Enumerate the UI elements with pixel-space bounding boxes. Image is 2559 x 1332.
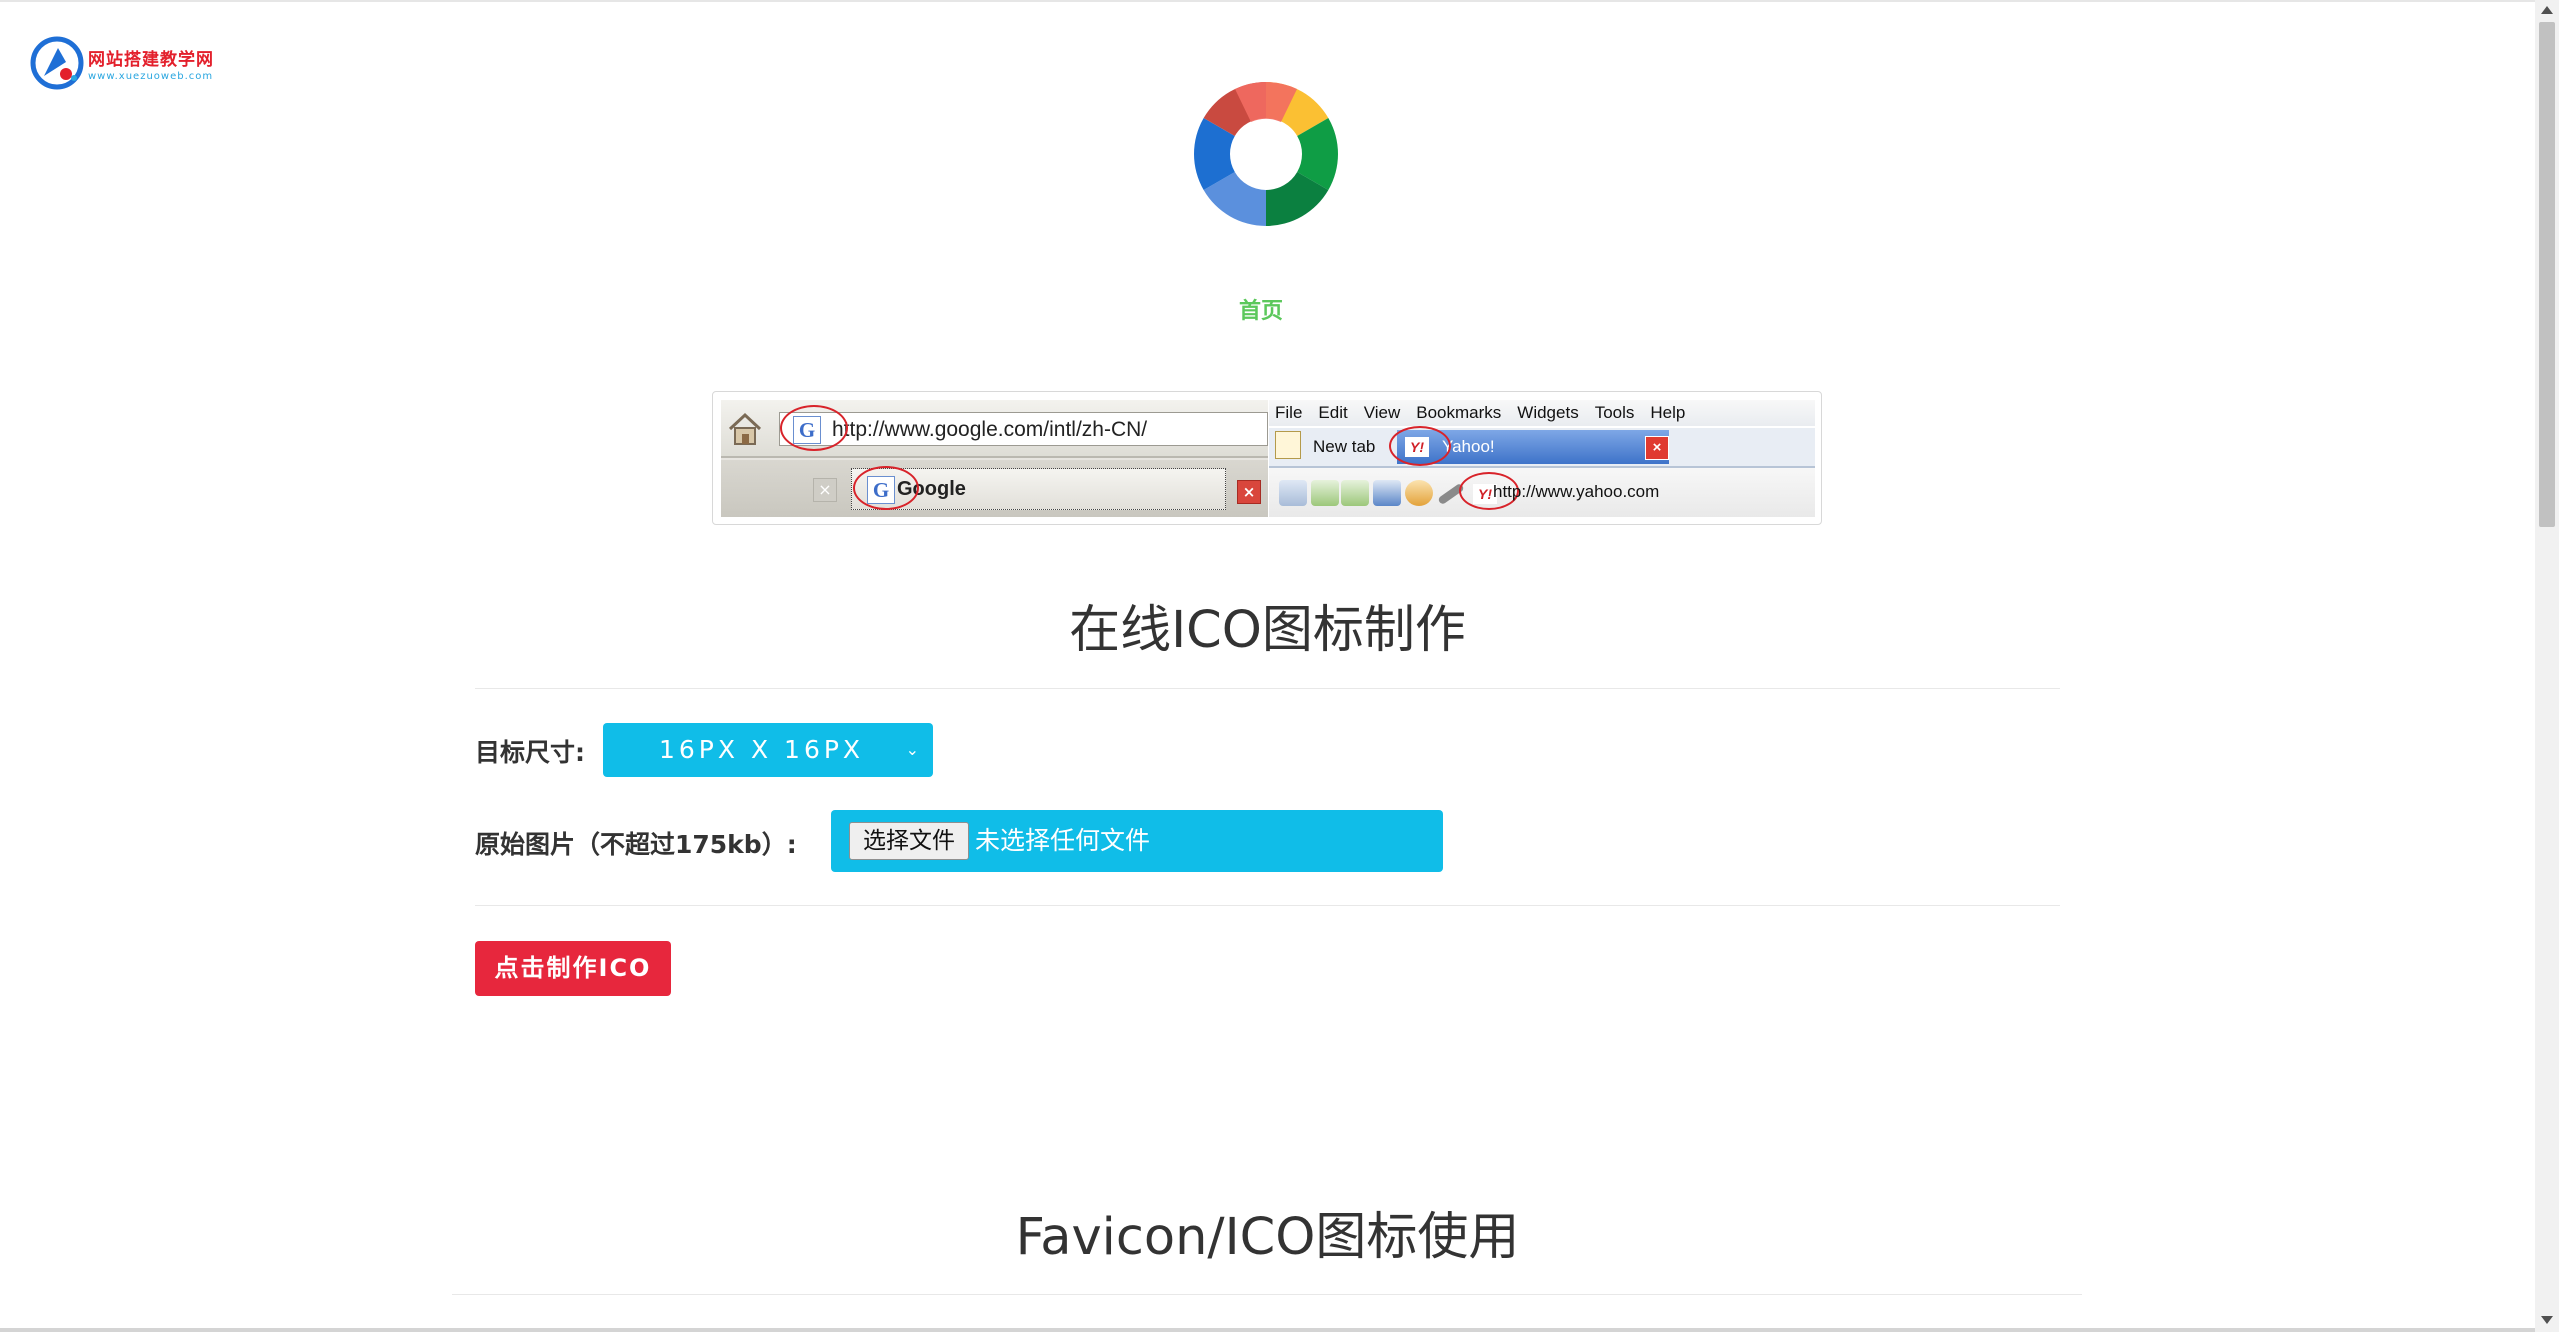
page-title: 在线ICO图标制作	[1069, 601, 1466, 660]
demo-menu-bookmarks: Bookmarks	[1416, 403, 1502, 422]
close-icon: ×	[813, 478, 837, 502]
fast-forward-icon	[1373, 480, 1401, 506]
logo-icon	[30, 36, 84, 90]
demo-tabbar: New tab Yahoo! × Y!	[1269, 426, 1815, 468]
forward-icon	[1341, 480, 1369, 506]
back-icon	[1311, 480, 1339, 506]
rewind-icon	[1279, 480, 1307, 506]
chevron-down-icon: ⌄	[905, 740, 919, 759]
file-input[interactable]: 选择文件 未选择任何文件	[831, 810, 1443, 872]
section-title: Favicon/ICO图标使用	[1015, 1208, 1520, 1267]
file-status-text: 未选择任何文件	[975, 826, 1151, 855]
demo-address-bar: http://www.google.com/intl/zh-CN/	[779, 412, 1268, 446]
make-ico-button[interactable]: 点击制作ICO	[475, 941, 671, 996]
divider	[452, 1294, 2082, 1295]
reload-icon	[1405, 480, 1433, 506]
scroll-thumb[interactable]	[2539, 22, 2555, 527]
size-select[interactable]: 16PX X 16PX ⌄	[603, 723, 933, 777]
demo-address-row: http://www.google.com/intl/zh-CN/ G	[721, 400, 1268, 458]
demo-new-tab: New tab	[1313, 437, 1376, 456]
highlight-circle	[853, 466, 919, 510]
bottom-border	[0, 1328, 2535, 1332]
divider	[475, 688, 2060, 689]
divider	[475, 905, 2060, 906]
close-icon: ×	[1645, 436, 1669, 460]
size-label: 目标尺寸:	[475, 738, 585, 767]
close-icon: ×	[1237, 480, 1261, 504]
nav-home-link[interactable]: 首页	[1200, 293, 1322, 325]
demo-yahoo-url: http://www.yahoo.com	[1493, 482, 1660, 501]
demo-toolbar: Y! http://www.yahoo.com	[1269, 468, 1815, 517]
demo-menu-widgets: Widgets	[1517, 403, 1579, 422]
file-label: 原始图片（不超过175kb）:	[475, 830, 797, 859]
size-select-value: 16PX X 16PX	[659, 735, 865, 764]
demo-tab-row: × Google G ×	[721, 460, 1268, 517]
demo-menubar: File Edit View Bookmarks Widgets Tools H…	[1269, 400, 1815, 426]
scroll-up-icon[interactable]	[2541, 6, 2553, 14]
demo-google-browser: http://www.google.com/intl/zh-CN/ G × Go…	[721, 400, 1268, 517]
home-icon	[728, 412, 762, 445]
demo-menu-file: File	[1275, 403, 1303, 422]
demo-menu-view: View	[1363, 403, 1401, 422]
scroll-down-icon[interactable]	[2541, 1316, 2553, 1324]
logo-title: 网站搭建教学网	[88, 49, 214, 69]
color-ring-icon	[1194, 81, 1338, 226]
highlight-circle	[1389, 426, 1451, 466]
demo-google-url: http://www.google.com/intl/zh-CN/	[832, 418, 1148, 441]
logo-url: www.xuezuoweb.com	[88, 70, 214, 82]
top-border	[0, 0, 2535, 2]
highlight-circle	[780, 405, 848, 451]
browser-demo-image: http://www.google.com/intl/zh-CN/ G × Go…	[712, 391, 1822, 525]
page-scrollbar[interactable]	[2535, 0, 2559, 1332]
demo-menu-help: Help	[1650, 403, 1686, 422]
demo-opera-browser: File Edit View Bookmarks Widgets Tools H…	[1269, 400, 1815, 517]
demo-menu-tools: Tools	[1594, 403, 1635, 422]
demo-menu-edit: Edit	[1318, 403, 1348, 422]
site-logo[interactable]: 网站搭建教学网 www.xuezuoweb.com	[30, 36, 214, 90]
choose-file-button[interactable]: 选择文件	[849, 822, 969, 860]
